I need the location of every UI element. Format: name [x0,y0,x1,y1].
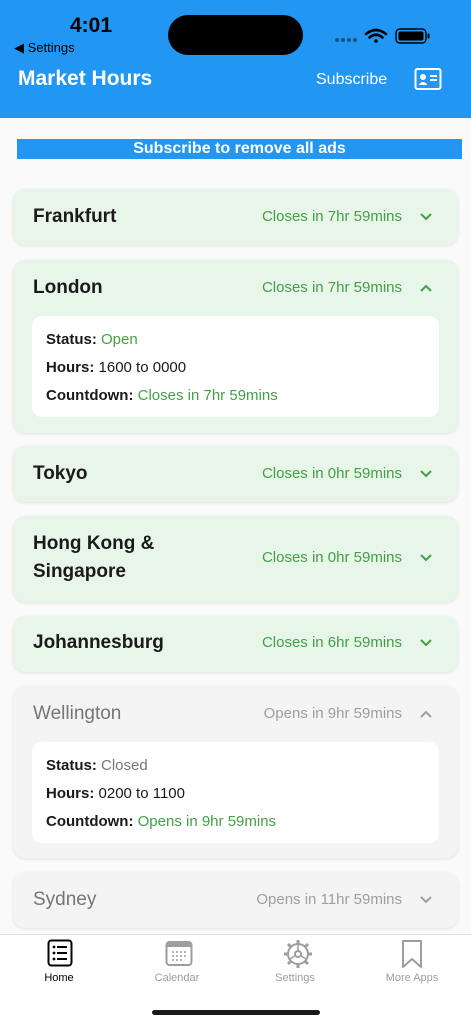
market-details: Status: Closed Hours: 0200 to 1100 Count… [32,742,439,843]
market-countdown: Closes in 0hr 59mins [261,549,402,566]
market-city-line1: Hong Kong & [33,533,155,554]
chevron-up-icon[interactable] [419,709,433,719]
app-header: 4:01 ◀ Settings Market Hours Subscribe [0,0,471,118]
hours-value: 1600 to 0000 [98,359,187,376]
status-time: 4:01 [70,14,113,37]
market-city: Hong Kong & Singapore [33,530,154,586]
list-icon [47,939,73,967]
market-card-wellington[interactable]: Wellington Opens in 9hr 59mins Status: C… [13,686,458,858]
tab-label: Home [44,972,74,984]
chevron-down-icon[interactable] [419,638,433,648]
market-list: Subscribe to remove all ads Frankfurt Cl… [0,118,471,934]
market-card-sydney[interactable]: Sydney Opens in 11hr 59mins [13,872,458,928]
hours-label: Hours: [46,359,95,376]
status-row: Status: Closed [46,757,148,774]
status-value: Closed [101,757,148,774]
subscribe-button[interactable]: Subscribe [316,71,387,89]
market-countdown: Closes in 0hr 59mins [261,465,402,482]
hours-value: 0200 to 1100 [98,785,185,802]
gear-icon [284,940,312,968]
back-to-settings-link[interactable]: ◀ Settings [14,40,75,56]
market-city: Johannesburg [33,632,164,653]
countdown-row: Countdown: Opens in 9hr 59mins [46,813,276,830]
market-details: Status: Open Hours: 1600 to 0000 Countdo… [32,316,439,417]
bookmark-icon [402,940,422,968]
market-countdown: Opens in 11hr 59mins [256,891,402,908]
calendar-icon [165,941,193,966]
market-card-london[interactable]: London Closes in 7hr 59mins Status: Open… [13,260,458,433]
tab-home[interactable]: Home [0,935,118,995]
countdown-value: Opens in 9hr 59mins [137,813,277,830]
chevron-down-icon[interactable] [419,469,433,479]
tab-calendar[interactable]: Calendar [118,935,236,995]
home-indicator[interactable] [152,1010,320,1015]
signal-icon [335,38,357,42]
battery-icon [395,28,430,44]
market-city: Wellington [33,703,122,724]
tab-label: Calendar [154,972,200,984]
tab-label: More Apps [385,972,439,984]
hours-row: Hours: 0200 to 1100 [46,785,185,802]
status-label: Status: [46,331,97,348]
market-city: Frankfurt [33,206,117,227]
chevron-down-icon[interactable] [419,212,433,222]
tab-settings[interactable]: Settings [236,935,354,995]
hours-row: Hours: 1600 to 0000 [46,359,186,376]
status-icons [335,28,430,44]
chevron-down-icon[interactable] [419,553,433,563]
remove-ads-banner[interactable]: Subscribe to remove all ads [17,139,462,159]
countdown-label: Countdown: [46,387,134,404]
market-city-line2: Singapore [33,561,126,582]
status-row: Status: Open [46,331,138,348]
market-card-frankfurt[interactable]: Frankfurt Closes in 7hr 59mins [13,189,458,245]
market-countdown: Opens in 9hr 59mins [263,705,402,722]
chevron-down-icon[interactable] [419,895,433,905]
market-card-johannesburg[interactable]: Johannesburg Closes in 6hr 59mins [13,616,458,672]
market-countdown: Closes in 6hr 59mins [261,634,402,651]
market-city: Sydney [33,889,97,910]
market-city: London [33,277,103,298]
countdown-row: Countdown: Closes in 7hr 59mins [46,387,278,404]
wifi-icon [364,28,388,43]
status-label: Status: [46,757,97,774]
contact-card-icon[interactable] [414,67,442,91]
tab-label: Settings [275,972,315,984]
market-city: Tokyo [33,463,88,484]
market-card-tokyo[interactable]: Tokyo Closes in 0hr 59mins [13,446,458,502]
chevron-up-icon[interactable] [419,283,433,293]
hours-label: Hours: [46,785,95,802]
countdown-label: Countdown: [46,813,134,830]
market-countdown: Closes in 7hr 59mins [261,279,402,296]
dynamic-island [168,15,303,55]
market-card-hong-kong-singapore[interactable]: Hong Kong & Singapore Closes in 0hr 59mi… [13,516,458,602]
tab-more-apps[interactable]: More Apps [353,935,471,995]
page-title: Market Hours [18,67,153,90]
status-value: Open [101,331,138,348]
market-countdown: Closes in 7hr 59mins [261,208,402,225]
countdown-value: Closes in 7hr 59mins [137,387,278,404]
